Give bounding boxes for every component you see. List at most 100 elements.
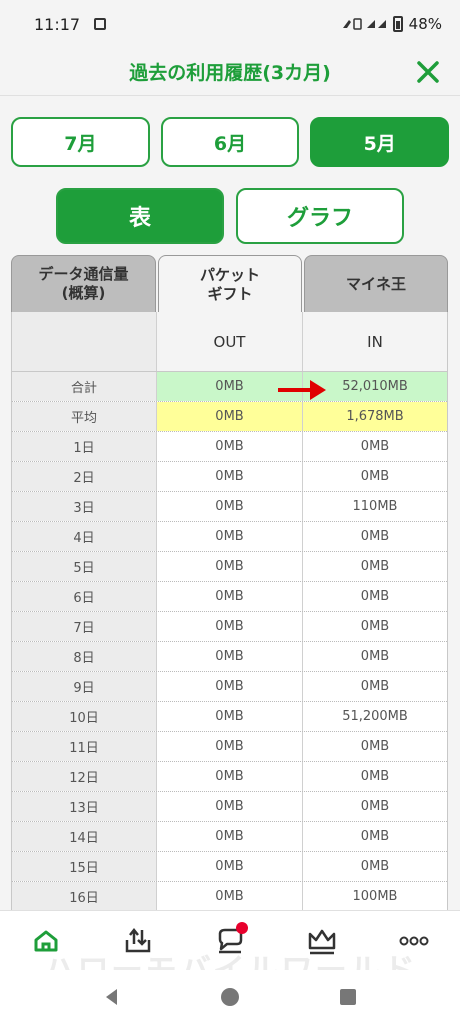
day-label: 14日 (12, 822, 157, 851)
status-bar: 11:17 48% (0, 0, 460, 48)
tab-maine-king[interactable]: マイネ王 (304, 255, 448, 312)
day-in: 0MB (360, 859, 390, 874)
home-icon (34, 930, 58, 951)
day-out: 0MB (157, 702, 303, 731)
day-in: 0MB (360, 619, 390, 634)
table-view-button[interactable]: 表 (56, 188, 224, 244)
day-out: 0MB (157, 822, 303, 851)
day-label: 1日 (12, 432, 157, 461)
app-root: 11:17 48% 過去の利用履歴(3カ月) 7月 6月 5月 表 グラフ デー… (0, 0, 460, 1024)
day-in: 0MB (360, 559, 390, 574)
table-header-row: OUT IN (12, 312, 447, 372)
day-in: 0MB (360, 799, 390, 814)
day-in: 0MB (360, 829, 390, 844)
day-label: 8日 (12, 642, 157, 671)
table-row: 6日 0MB 0MB (12, 582, 447, 612)
signal-icon (342, 18, 386, 30)
header-bar: 過去の利用履歴(3カ月) (0, 48, 460, 96)
day-out: 0MB (157, 462, 303, 491)
tab-data-usage[interactable]: データ通信量 (概算) (11, 255, 156, 312)
graph-view-button[interactable]: グラフ (236, 188, 404, 244)
month-tab-july[interactable]: 7月 (11, 117, 150, 167)
day-out: 0MB (157, 672, 303, 701)
system-navigation-bar (0, 970, 460, 1024)
header-blank-cell (12, 312, 157, 371)
home-button-icon[interactable] (219, 986, 241, 1008)
table-row: 3日 0MB 110MB (12, 492, 447, 522)
month-tab-may[interactable]: 5月 (310, 117, 450, 167)
day-in: 0MB (360, 769, 390, 784)
tab-data-usage-label: データ通信量 (概算) (38, 265, 129, 302)
battery-percent: 48% (408, 15, 442, 33)
day-label: 12日 (12, 762, 157, 791)
day-label: 2日 (12, 462, 157, 491)
table-row: 4日 0MB 0MB (12, 522, 447, 552)
crown-icon (308, 929, 336, 954)
month-tab-june[interactable]: 6月 (160, 117, 300, 167)
day-out: 0MB (157, 792, 303, 821)
table-row: 7日 0MB 0MB (12, 612, 447, 642)
day-out: 0MB (157, 432, 303, 461)
day-label: 5日 (12, 552, 157, 581)
total-row: 合計 0MB 52,010MB (12, 372, 447, 402)
header-out: OUT (157, 312, 303, 371)
nav-home[interactable] (16, 916, 76, 966)
day-in: 0MB (360, 589, 390, 604)
day-label: 10日 (12, 702, 157, 731)
nav-ranking[interactable] (292, 916, 352, 966)
day-label: 9日 (12, 672, 157, 701)
table-row: 1日 0MB 0MB (12, 432, 447, 462)
day-in: 100MB (352, 889, 398, 904)
notification-icon (94, 18, 107, 30)
battery-icon (392, 16, 403, 32)
day-in: 0MB (360, 739, 390, 754)
tab-maine-king-label: マイネ王 (345, 274, 406, 293)
table-row: 5日 0MB 0MB (12, 552, 447, 582)
day-out: 0MB (157, 612, 303, 641)
table-row: 15日 0MB 0MB (12, 852, 447, 882)
table-row: 8日 0MB 0MB (12, 642, 447, 672)
average-label: 平均 (12, 402, 157, 431)
day-in: 0MB (360, 469, 390, 484)
average-row: 平均 0MB 1,678MB (12, 402, 447, 432)
table-row: 12日 0MB 0MB (12, 762, 447, 792)
day-in: 51,200MB (342, 709, 408, 724)
day-label: 13日 (12, 792, 157, 821)
more-icon (399, 936, 429, 945)
nav-community[interactable] (200, 916, 260, 966)
day-out: 0MB (157, 852, 303, 881)
average-out: 0MB (157, 402, 303, 431)
day-in: 0MB (360, 679, 390, 694)
nav-data[interactable] (108, 916, 168, 966)
usage-category-tabs: データ通信量 (概算) パケット ギフト マイネ王 (11, 255, 448, 313)
nav-more[interactable] (384, 916, 444, 966)
close-icon[interactable] (412, 56, 444, 88)
day-label: 6日 (12, 582, 157, 611)
day-out: 0MB (157, 762, 303, 791)
tab-packet-gift[interactable]: パケット ギフト (158, 255, 302, 313)
day-in: 0MB (360, 529, 390, 544)
clock: 11:17 (34, 14, 81, 34)
bottom-navigation (0, 910, 460, 970)
notification-badge (236, 921, 248, 934)
day-out: 0MB (157, 522, 303, 551)
day-label: 4日 (12, 522, 157, 551)
recents-icon[interactable] (337, 986, 359, 1008)
red-arrow-annotation (278, 380, 326, 400)
month-tabs: 7月 6月 5月 (11, 117, 450, 167)
day-out: 0MB (157, 732, 303, 761)
day-out: 0MB (157, 552, 303, 581)
day-out: 0MB (157, 492, 303, 521)
day-label: 3日 (12, 492, 157, 521)
table-row: 13日 0MB 0MB (12, 792, 447, 822)
day-in: 110MB (352, 499, 398, 514)
day-label: 16日 (12, 882, 157, 911)
back-icon[interactable] (101, 986, 123, 1008)
day-label: 15日 (12, 852, 157, 881)
day-out: 0MB (157, 582, 303, 611)
table-row: 10日 0MB 51,200MB (12, 702, 447, 732)
total-label: 合計 (12, 372, 157, 401)
table-row: 16日 0MB 100MB (12, 882, 447, 912)
table-row: 2日 0MB 0MB (12, 462, 447, 492)
page-title: 過去の利用履歴(3カ月) (129, 62, 331, 84)
